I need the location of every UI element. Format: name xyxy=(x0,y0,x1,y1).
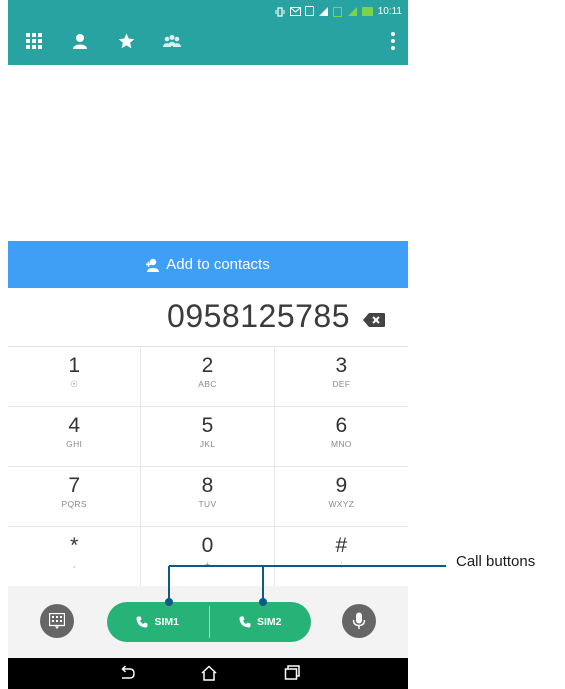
key-digit: 8 xyxy=(201,474,214,497)
call-sim2-label: SIM2 xyxy=(256,616,282,628)
signal-green-icon xyxy=(347,6,357,16)
backspace-icon[interactable] xyxy=(362,312,386,328)
voicemail-icon: ☉ xyxy=(70,379,79,389)
key-digit: # xyxy=(335,534,348,557)
key-7[interactable]: 7 PQRS xyxy=(8,467,142,527)
key-digit: 5 xyxy=(201,414,214,437)
key-digit: * xyxy=(70,534,79,557)
phone-icon xyxy=(239,616,251,628)
back-icon[interactable] xyxy=(118,665,136,681)
clock: 10:11 xyxy=(377,5,402,17)
overflow-dot xyxy=(391,39,395,43)
dial-keypad: 1 ☉ 2 ABC 3 DEF 4 GHI 5 JKL 6 MNO 7 PQRS 8 TUV 9 WXYZ *, 0 +… xyxy=(8,346,408,587)
call-sim2-button[interactable]: SIM2 xyxy=(210,602,312,642)
signal-icon xyxy=(318,6,328,16)
key-letters: TUV xyxy=(198,499,217,509)
tab-favorites[interactable] xyxy=(114,30,138,52)
phone-icon xyxy=(136,616,148,628)
key-digit: 3 xyxy=(335,354,348,377)
microphone-icon xyxy=(352,612,366,629)
call-buttons: SIM1 SIM2 xyxy=(107,602,311,642)
battery-charging-icon xyxy=(361,6,373,16)
key-letters: JKL xyxy=(199,439,216,449)
tab-groups[interactable] xyxy=(160,30,184,52)
key-digit: 2 xyxy=(201,354,214,377)
key-9[interactable]: 9 WXYZ xyxy=(274,467,408,527)
dialed-number[interactable]: 0958125785 xyxy=(167,298,350,335)
key-4[interactable]: 4 GHI xyxy=(8,407,142,467)
key-star[interactable]: *, xyxy=(8,527,142,587)
key-letters: WXYZ xyxy=(328,499,355,509)
message-icon xyxy=(289,6,301,16)
key-6[interactable]: 6 MNO xyxy=(274,407,408,467)
number-display: 0958125785 xyxy=(8,288,408,346)
key-hash[interactable]: #; xyxy=(274,527,408,587)
key-3[interactable]: 3 DEF xyxy=(274,347,408,407)
key-digit: 4 xyxy=(68,414,80,437)
keypad-toggle-button[interactable] xyxy=(40,604,74,638)
overflow-menu-button[interactable] xyxy=(388,32,398,50)
star-icon xyxy=(118,33,134,49)
status-bar: 10:11 xyxy=(275,4,402,18)
callout-label: Call buttons xyxy=(456,553,536,570)
vibrate-icon xyxy=(275,6,285,17)
call-sim1-label: SIM1 xyxy=(154,616,179,628)
key-digit: 0 xyxy=(201,534,214,557)
data-icon xyxy=(332,6,343,17)
tab-bar xyxy=(22,30,184,52)
dialpad-grid-icon xyxy=(26,33,42,49)
add-to-contacts-label: Add to contacts xyxy=(166,256,270,273)
overflow-dot xyxy=(391,32,395,36)
key-letters: MNO xyxy=(330,439,352,449)
tab-dialpad[interactable] xyxy=(22,30,46,52)
key-letters: PQRS xyxy=(61,499,87,509)
key-letters: GHI xyxy=(66,439,83,449)
navigation-bar xyxy=(8,658,408,689)
key-letters: , xyxy=(72,559,76,569)
sim-icon xyxy=(304,6,314,16)
dialer-screen: 10:11 Add to contacts 0958125785 1 ☉ 2 A… xyxy=(8,0,408,689)
keypad-toggle-icon xyxy=(49,613,65,629)
figure: 10:11 Add to contacts 0958125785 1 ☉ 2 A… xyxy=(0,0,565,689)
app-bar: 10:11 xyxy=(8,0,408,65)
key-digit: 9 xyxy=(335,474,348,497)
home-icon[interactable] xyxy=(200,665,218,681)
key-digit: 6 xyxy=(335,414,348,437)
person-icon xyxy=(73,34,87,49)
overflow-dot xyxy=(391,46,395,50)
voice-input-button[interactable] xyxy=(342,604,376,638)
key-1[interactable]: 1 ☉ xyxy=(8,347,142,407)
add-to-contacts-button[interactable]: Add to contacts xyxy=(8,241,408,288)
key-0[interactable]: 0 + xyxy=(141,527,275,587)
tab-contacts[interactable] xyxy=(68,30,92,52)
key-letters: DEF xyxy=(332,379,351,389)
group-icon xyxy=(163,35,181,47)
key-letters: ; xyxy=(339,559,343,569)
key-letters: ABC xyxy=(198,379,217,389)
key-digit: 1 xyxy=(68,354,80,377)
add-person-icon xyxy=(146,258,160,272)
key-5[interactable]: 5 JKL xyxy=(141,407,275,467)
call-sim1-button[interactable]: SIM1 xyxy=(107,602,209,642)
key-letters: + xyxy=(204,559,211,569)
recent-apps-icon[interactable] xyxy=(284,665,302,681)
call-action-bar: SIM1 SIM2 xyxy=(8,586,408,658)
key-digit: 7 xyxy=(68,474,80,497)
key-2[interactable]: 2 ABC xyxy=(141,347,275,407)
key-8[interactable]: 8 TUV xyxy=(141,467,275,527)
